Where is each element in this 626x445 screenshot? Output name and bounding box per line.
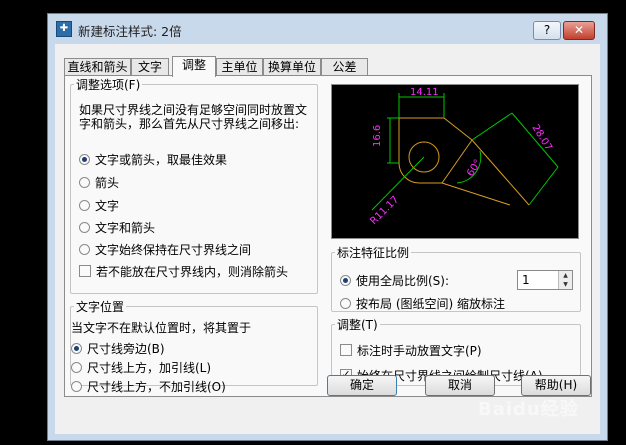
close-button[interactable]: ✕ xyxy=(563,21,595,40)
scale-legend: 标注特征比例 xyxy=(337,246,410,260)
radio-indicator[interactable] xyxy=(340,297,351,309)
dim-text-radius: R11.17 xyxy=(368,194,401,227)
fit-tab-panel: 调整选项(F) 如果尺寸界线之间没有足够空间同时放置文字和箭头，那么首先从尺寸界… xyxy=(64,75,592,397)
spinner-arrows-icon[interactable]: ▲ ▼ xyxy=(558,271,572,289)
overall-scale-spinner[interactable]: 1 ▲ ▼ xyxy=(517,270,573,290)
scale-group: 标注特征比例 使用全局比例(S): 1 ▲ ▼ 按布局 (图纸空间) 缩放标注 xyxy=(331,244,581,312)
tab-text[interactable]: 文字 xyxy=(131,58,169,76)
tab-tolerances[interactable]: 公差 xyxy=(321,58,368,76)
text-placement-legend: 文字位置 xyxy=(76,300,125,314)
radio-over-without-leader[interactable]: 尺寸线上方，不加引线(O) xyxy=(71,378,226,394)
radio-indicator[interactable] xyxy=(71,380,82,392)
radio-arrows[interactable]: 箭头 xyxy=(79,174,119,190)
preview-lower-edge xyxy=(441,182,511,206)
preview-dimensions xyxy=(371,93,559,211)
dim-line-aligned xyxy=(511,112,559,168)
title-help-button[interactable]: ? xyxy=(533,21,561,40)
radio-indicator[interactable] xyxy=(340,274,351,286)
radio-beside-dim-line[interactable]: 尺寸线旁边(B) xyxy=(71,340,165,356)
checkbox-suppress-arrows[interactable]: 若不能放在尺寸界线内，则消除箭头 xyxy=(79,263,288,279)
window-title: 新建标注样式: 2倍 xyxy=(78,24,182,39)
fit-options-legend: 调整选项(F) xyxy=(76,78,141,92)
radio-indicator[interactable] xyxy=(79,243,90,255)
help-button[interactable]: 帮助(H) xyxy=(521,375,591,396)
preview-drawing: 14.11 16.6 28.07 60° R11.17 xyxy=(368,87,559,227)
radio-text-and-arrows[interactable]: 文字和箭头 xyxy=(79,219,155,235)
dimension-preview: 14.11 16.6 28.07 60° R11.17 xyxy=(331,84,579,239)
radio-text[interactable]: 文字 xyxy=(79,197,119,213)
tab-fit[interactable]: 调整 xyxy=(172,56,216,77)
radio-indicator[interactable] xyxy=(79,153,90,165)
radio-indicator[interactable] xyxy=(79,176,90,188)
radio-indicator[interactable] xyxy=(79,221,90,233)
tab-lines-arrows[interactable]: 直线和箭头 xyxy=(64,58,131,76)
text-placement-description: 当文字不在默认位置时，将其置于 xyxy=(71,321,252,335)
checkbox-place-text-manually[interactable]: 标注时手动放置文字(P) xyxy=(340,342,482,358)
fit-options-description: 如果尺寸界线之间没有足够空间同时放置文字和箭头，那么首先从尺寸界线之间移出: xyxy=(79,103,308,131)
tab-alternate-units[interactable]: 换算单位 xyxy=(263,58,321,76)
radio-keep-text-between[interactable]: 文字始终保持在尺寸界线之间 xyxy=(79,241,251,257)
text-placement-group: 文字位置 当文字不在默认位置时，将其置于 尺寸线旁边(B) 尺寸线上方，加引线(… xyxy=(70,298,318,394)
title-bar[interactable]: ✚ 新建标注样式: 2倍 ? ✕ xyxy=(48,14,607,44)
radio-indicator[interactable] xyxy=(71,361,82,373)
checkbox-box[interactable] xyxy=(79,265,91,277)
checkbox-box[interactable] xyxy=(340,344,352,356)
overall-scale-value[interactable]: 1 xyxy=(522,273,530,287)
cancel-button[interactable]: 取消 xyxy=(425,375,495,396)
radio-indicator[interactable] xyxy=(71,342,82,354)
radio-over-with-leader[interactable]: 尺寸线上方，加引线(L) xyxy=(71,359,211,375)
dim-text-angular: 60° xyxy=(465,158,484,179)
fine-tuning-legend: 调整(T) xyxy=(337,318,378,332)
radio-indicator[interactable] xyxy=(79,199,90,211)
ok-button[interactable]: 确定 xyxy=(327,375,397,396)
dim-text-vertical: 16.6 xyxy=(372,125,383,147)
radio-use-overall-scale[interactable]: 使用全局比例(S): xyxy=(340,272,449,288)
preview-geometry xyxy=(398,117,530,206)
tab-primary-units[interactable]: 主单位 xyxy=(216,58,263,76)
radio-text-or-arrows[interactable]: 文字或箭头，取最佳效果 xyxy=(79,151,227,167)
fit-options-group: 调整选项(F) 如果尺寸界线之间没有足够空间同时放置文字和箭头，那么首先从尺寸界… xyxy=(70,76,318,294)
watermark-logo: Baidu经验 xyxy=(478,399,579,420)
radio-scale-to-layout[interactable]: 按布局 (图纸空间) 缩放标注 xyxy=(340,295,505,311)
app-icon: ✚ xyxy=(56,21,72,37)
dim-text-horizontal: 14.11 xyxy=(410,87,439,98)
